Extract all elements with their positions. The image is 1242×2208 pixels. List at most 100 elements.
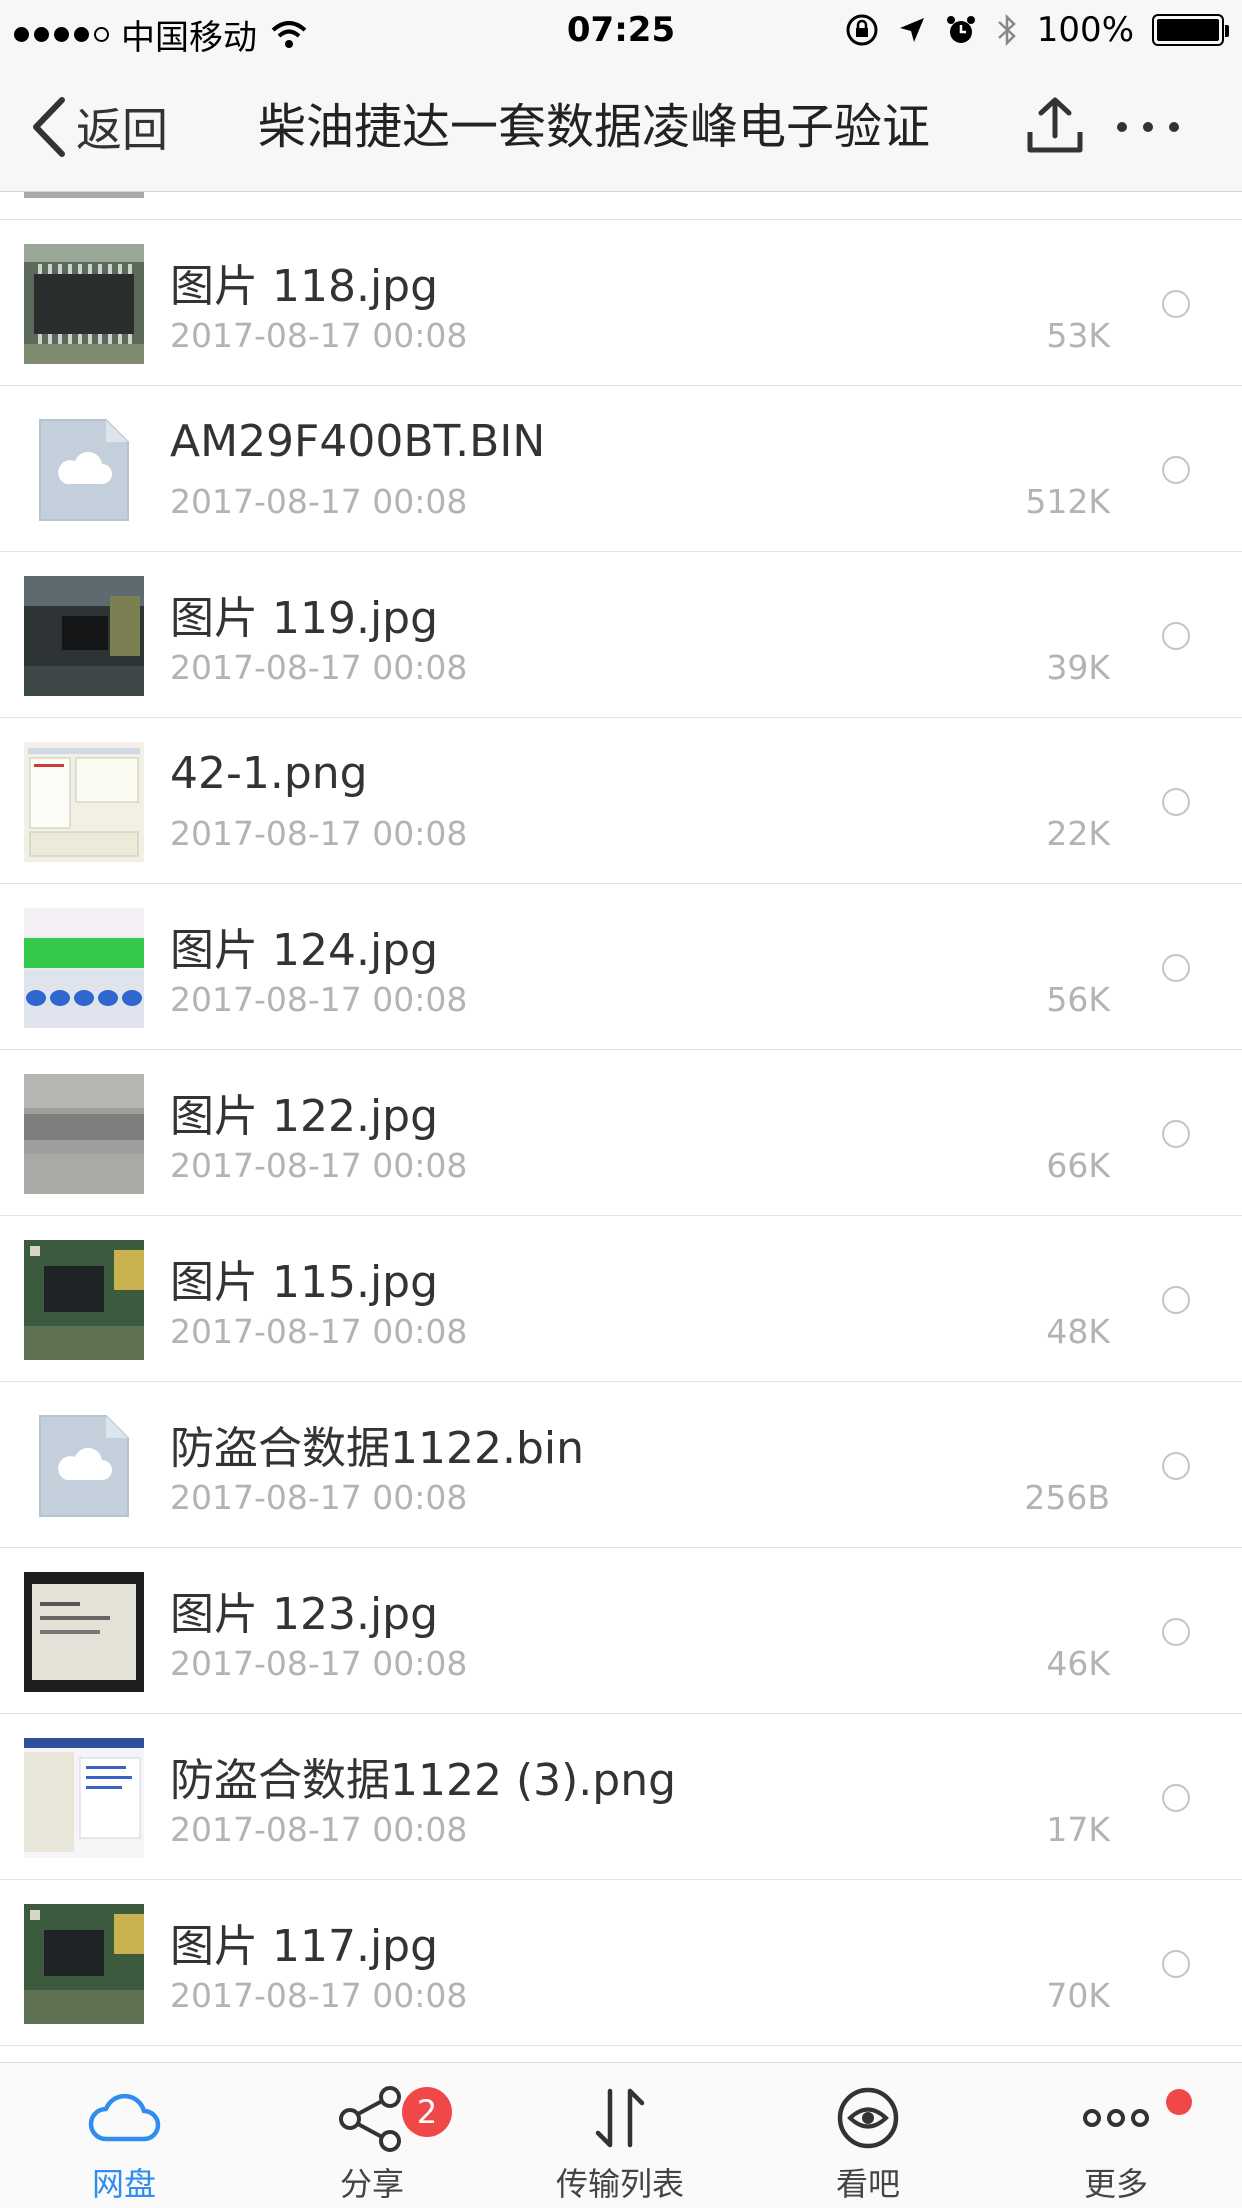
- file-date: 2017-08-17 00:08: [170, 1810, 468, 1849]
- file-thumbnail: [24, 1738, 144, 1858]
- file-size: 48K: [1046, 1312, 1110, 1351]
- file-date: 2017-08-17 00:08: [170, 1312, 468, 1351]
- file-thumbnail: [24, 742, 144, 862]
- file-name: 图片 124.jpg: [170, 925, 439, 976]
- tab-transfer-list[interactable]: 传输列表: [496, 2063, 744, 2208]
- select-radio[interactable]: [1162, 1784, 1190, 1812]
- status-bar: 中国移动 07:25 100%: [0, 0, 1242, 62]
- file-size: 56K: [1046, 980, 1110, 1019]
- cloud-file-icon: [36, 416, 132, 524]
- file-row[interactable]: 图片 124.jpg 2017-08-17 00:08 56K: [0, 884, 1242, 1050]
- file-date: 2017-08-17 00:08: [170, 648, 468, 687]
- notification-badge: 2: [402, 2087, 452, 2137]
- select-radio[interactable]: [1162, 456, 1190, 484]
- battery-percent: 100%: [1036, 10, 1134, 50]
- file-size: 66K: [1046, 1146, 1110, 1185]
- file-size: 512K: [1025, 482, 1110, 521]
- file-date: 2017-08-17 00:08: [170, 980, 468, 1019]
- select-radio[interactable]: [1162, 290, 1190, 318]
- tab-label: 看吧: [835, 2165, 900, 2203]
- file-date: 2017-08-17 00:08: [170, 1478, 468, 1517]
- file-thumbnail: [24, 908, 144, 1028]
- select-radio[interactable]: [1162, 622, 1190, 650]
- file-row[interactable]: 图片 119.jpg 2017-08-17 00:08 39K: [0, 552, 1242, 718]
- status-right: 100%: [845, 10, 1229, 50]
- file-date: 2017-08-17 00:08: [170, 814, 468, 853]
- file-name: 图片 115.jpg: [170, 1257, 439, 1308]
- file-row[interactable]: 42-1.png 2017-08-17 00:08 22K: [0, 718, 1242, 884]
- file-size: 17K: [1046, 1810, 1110, 1849]
- select-radio[interactable]: [1162, 1286, 1190, 1314]
- select-radio[interactable]: [1162, 788, 1190, 816]
- select-radio[interactable]: [1162, 1618, 1190, 1646]
- ellipsis-icon: [1117, 122, 1179, 132]
- file-date: 2017-08-17 00:08: [170, 316, 468, 355]
- file-thumbnail: [24, 192, 144, 198]
- file-size: 256B: [1024, 1478, 1110, 1517]
- cloud-file-icon: [36, 1412, 132, 1520]
- file-date: 2017-08-17 00:08: [170, 1644, 468, 1683]
- file-date: 2017-08-17 00:08: [170, 1976, 468, 2015]
- more-dots-icon: [1083, 2109, 1149, 2127]
- file-list-content: 图片 116.jpg2017-08-17 00:0843K 图片 118.jpg 2…: [0, 192, 1242, 2046]
- file-name: 防盗合数据1122 (3).png: [170, 1755, 677, 1806]
- file-row[interactable]: AM29F400BT.BIN 2017-08-17 00:08 512K: [0, 386, 1242, 552]
- file-name: 图片 118.jpg: [170, 261, 439, 312]
- eye-icon: [837, 2087, 899, 2149]
- upload-icon: [1027, 97, 1083, 153]
- back-button[interactable]: 返回: [30, 92, 168, 162]
- file-row[interactable]: 图片 122.jpg 2017-08-17 00:08 66K: [0, 1050, 1242, 1216]
- file-row[interactable]: 防盗合数据1122 (3).png 2017-08-17 00:08 17K: [0, 1714, 1242, 1880]
- file-row[interactable]: 图片 117.jpg 2017-08-17 00:08 70K: [0, 1880, 1242, 2046]
- file-row[interactable]: 图片 115.jpg 2017-08-17 00:08 48K: [0, 1216, 1242, 1382]
- page-title: 柴油捷达一套数据凌峰电子验证: [258, 99, 931, 155]
- file-row[interactable]: 图片 123.jpg 2017-08-17 00:08 46K: [0, 1548, 1242, 1714]
- file-row[interactable]: 防盗合数据1122.bin 2017-08-17 00:08 256B: [0, 1382, 1242, 1548]
- file-size: 53K: [1046, 316, 1110, 355]
- tab-label: 网盘: [91, 2165, 156, 2203]
- tab-bar: 网盘 2 分享 传输列表 看吧 更多: [0, 2062, 1242, 2208]
- new-indicator-dot: [1166, 2089, 1192, 2115]
- file-name: 42-1.png: [170, 748, 368, 799]
- file-size: 39K: [1046, 648, 1110, 687]
- file-name: 图片 123.jpg: [170, 1589, 439, 1640]
- orientation-lock-icon: [846, 14, 878, 46]
- tab-label: 更多: [1083, 2165, 1148, 2203]
- bluetooth-icon: [997, 13, 1016, 47]
- location-icon: [899, 18, 924, 42]
- file-thumbnail: [24, 1572, 144, 1692]
- select-radio[interactable]: [1162, 1452, 1190, 1480]
- file-date: 2017-08-17 00:08: [170, 482, 468, 521]
- file-thumbnail: [24, 1904, 144, 2024]
- tab-label: 传输列表: [555, 2165, 684, 2203]
- file-thumbnail: [24, 1240, 144, 1360]
- battery-icon: [1152, 14, 1229, 46]
- select-radio[interactable]: [1162, 1950, 1190, 1978]
- tab-netdisk[interactable]: 网盘: [0, 2063, 248, 2208]
- file-thumbnail: [24, 1074, 144, 1194]
- file-thumbnail: [24, 244, 144, 364]
- select-radio[interactable]: [1162, 954, 1190, 982]
- more-options-button[interactable]: [1110, 92, 1186, 162]
- tab-label: 分享: [339, 2165, 404, 2203]
- file-row[interactable]: 图片 118.jpg 2017-08-17 00:08 53K: [0, 220, 1242, 386]
- file-name: 图片 117.jpg: [170, 1921, 439, 1972]
- alarm-icon: [946, 16, 975, 43]
- upload-button[interactable]: [1020, 92, 1090, 162]
- file-name: 图片 122.jpg: [170, 1091, 439, 1142]
- file-list[interactable]: 图片 116.jpg2017-08-17 00:0843K 图片 118.jpg 2…: [0, 192, 1242, 2062]
- file-size: 70K: [1046, 1976, 1110, 2015]
- navigation-bar: 返回 柴油捷达一套数据凌峰电子验证: [0, 62, 1242, 192]
- file-row[interactable]: 图片 116.jpg2017-08-17 00:0843K: [0, 192, 1242, 220]
- tab-kanba[interactable]: 看吧: [744, 2063, 992, 2208]
- chevron-left-icon: [33, 97, 65, 157]
- file-name: AM29F400BT.BIN: [170, 416, 546, 467]
- tab-more[interactable]: 更多: [992, 2063, 1240, 2208]
- file-size: 22K: [1046, 814, 1110, 853]
- file-name: 图片 119.jpg: [170, 593, 439, 644]
- select-radio[interactable]: [1162, 1120, 1190, 1148]
- file-name: 防盗合数据1122.bin: [170, 1423, 585, 1474]
- tab-share[interactable]: 2 分享: [248, 2063, 496, 2208]
- file-thumbnail: [24, 576, 144, 696]
- file-date: 2017-08-17 00:08: [170, 1146, 468, 1185]
